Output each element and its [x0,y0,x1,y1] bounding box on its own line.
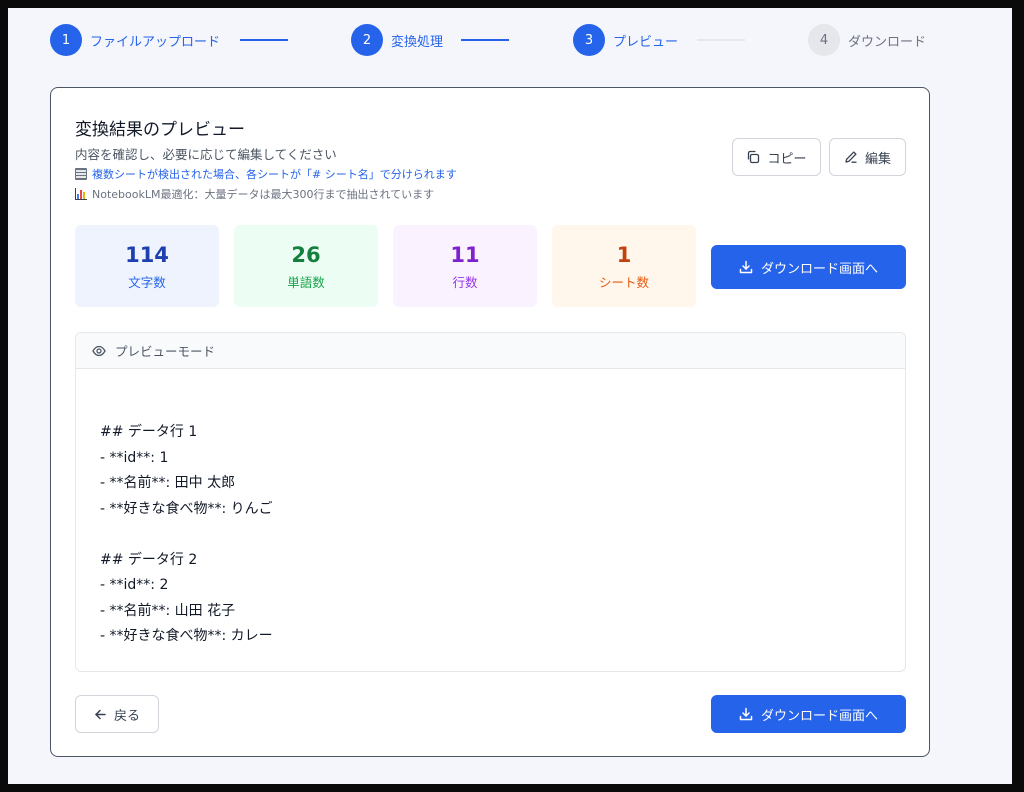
progress-stepper: 1 ファイルアップロード 2 変換処理 3 プレビュー 4 ダウンロード [8,8,1012,72]
stat-value: 114 [125,242,169,267]
preview-line: - **好きな食べ物**: りんご [100,500,273,517]
copy-icon [748,150,760,164]
stat-word-count: 26 単語数 [234,225,378,307]
stat-label: シート数 [598,274,649,290]
stat-value: 1 [616,242,632,267]
preview-mode-label: プレビューモード [115,344,216,359]
download-button-label: ダウンロード画面へ [760,708,878,724]
back-button-label: 戻る [113,708,140,724]
card-title: 変換結果のプレビュー [75,120,245,140]
stat-sheet-count: 1 シート数 [552,225,696,307]
preview-line: - **id**: 2 [100,577,169,593]
stat-value: 26 [291,242,321,267]
step-conversion[interactable]: 2 変換処理 [351,24,443,56]
step-number: 3 [573,24,605,56]
step-number: 1 [50,24,82,56]
step-label: プレビュー [613,34,679,50]
back-button[interactable]: 戻る [75,695,159,733]
go-to-download-button[interactable]: ダウンロード画面へ [711,245,906,289]
eye-icon [92,345,106,356]
step-connector [240,39,288,41]
stat-label: 単語数 [287,274,325,290]
preview-content[interactable]: ## データ行 1 - **id**: 1 - **名前**: 田中 太郎 - … [76,369,905,650]
stat-label: 文字数 [128,274,166,290]
stat-label: 行数 [452,274,478,290]
copy-button[interactable]: コピー [732,138,821,176]
step-connector [461,39,509,41]
step-file-upload[interactable]: 1 ファイルアップロード [50,24,220,56]
step-label: 変換処理 [391,34,444,50]
stat-char-count: 114 文字数 [75,225,219,307]
multi-sheet-note-text: 複数シートが検出された場合、各シートが「# シート名」で分けられます [92,168,457,181]
multi-sheet-note: 複数シートが検出された場合、各シートが「# シート名」で分けられます [75,166,457,182]
step-connector [697,39,745,41]
go-to-download-button-bottom[interactable]: ダウンロード画面へ [711,695,906,733]
bar-chart-icon [75,188,87,200]
pencil-icon [845,151,857,163]
step-label: ファイルアップロード [90,34,221,50]
preview-line: - **名前**: 山田 花子 [100,602,236,619]
step-download[interactable]: 4 ダウンロード [808,24,926,56]
download-button-label: ダウンロード画面へ [760,261,878,277]
preview-header: プレビューモード [76,333,905,369]
preview-line: - **id**: 1 [100,449,169,466]
preview-card: 変換結果のプレビュー 内容を確認し、必要に応じて編集してください 複数シートが検… [50,87,930,757]
preview-line: - **名前**: 田中 太郎 [100,475,236,491]
notebooklm-note: NotebookLM最適化：大量データは最大300行まで抽出されています [75,186,434,202]
arrow-left-icon [95,709,106,719]
step-number: 2 [351,24,383,56]
preview-line: - **好きな食べ物**: カレー [100,628,273,644]
step-label: ダウンロード [848,34,927,50]
step-preview[interactable]: 3 プレビュー [573,24,678,56]
app-viewport: 1 ファイルアップロード 2 変換処理 3 プレビュー 4 ダウンロード 変換結… [8,8,1012,784]
preview-line: ## データ行 2 [100,551,198,568]
spreadsheet-icon [75,168,87,180]
download-icon [739,707,753,721]
card-description: 内容を確認し、必要に応じて編集してください [75,147,337,162]
stat-value: 11 [450,242,480,267]
edit-button-label: 編集 [864,151,891,167]
notebooklm-note-text: NotebookLM最適化：大量データは最大300行まで抽出されています [92,188,435,201]
stat-line-count: 11 行数 [393,225,537,307]
preview-panel: プレビューモード ## データ行 1 - **id**: 1 - **名前**:… [75,332,906,672]
copy-button-label: コピー [767,151,807,167]
step-number: 4 [808,24,840,56]
download-icon [739,260,753,274]
preview-line [100,522,905,548]
preview-line: ## データ行 1 [100,424,198,440]
edit-button[interactable]: 編集 [829,138,906,176]
